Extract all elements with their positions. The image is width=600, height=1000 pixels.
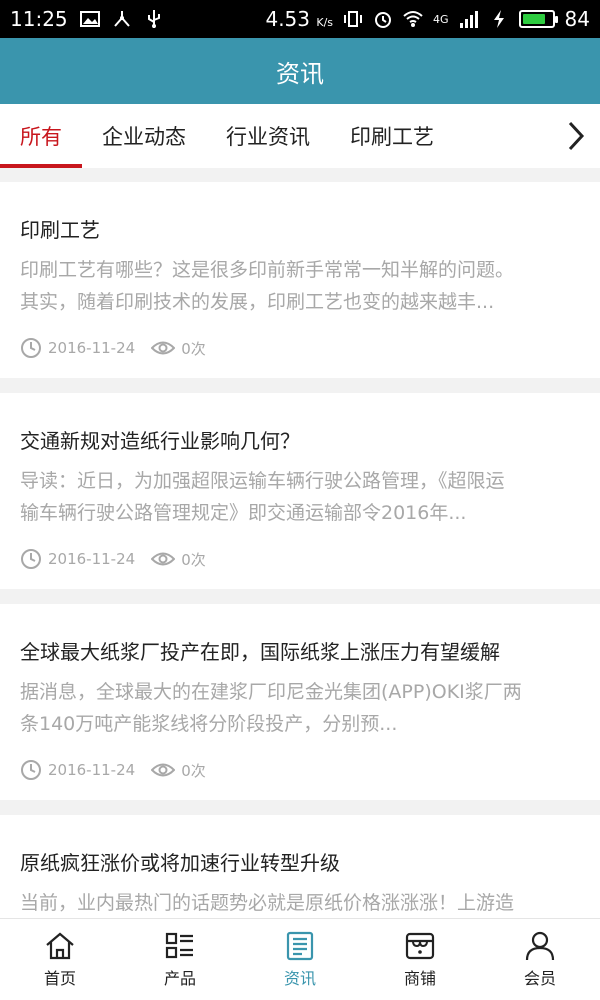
nav-shop[interactable]: 商铺 — [360, 919, 480, 1000]
article-item[interactable]: 交通新规对造纸行业影响几何？ 导读：近日，为加强超限运输车辆行驶公路管理，《超限… — [0, 393, 600, 589]
share-icon — [113, 11, 130, 27]
article-meta: 2016-11-24 0次 — [20, 740, 580, 800]
shop-icon — [405, 932, 435, 959]
tab-industry-news[interactable]: 行业资讯 — [206, 104, 330, 168]
nav-products[interactable]: 产品 — [120, 919, 240, 1000]
article-title: 交通新规对造纸行业影响几何？ — [20, 429, 300, 453]
nav-member[interactable]: 会员 — [480, 919, 600, 1000]
category-tabs: 所有 企业动态 行业资讯 印刷工艺 — [0, 104, 600, 168]
article-views: 0次 — [181, 339, 206, 358]
article-meta: 2016-11-24 0次 — [20, 318, 580, 378]
battery-icon — [518, 10, 558, 28]
clock-icon — [20, 759, 42, 781]
article-date: 2016-11-24 — [48, 761, 136, 779]
page-title: 资讯 — [276, 59, 324, 88]
article-title: 印刷工艺 — [20, 218, 100, 242]
article-summary: 导读：近日，为加强超限运输车辆行驶公路管理，《超限运 输车辆行驶公路管理规定》即… — [20, 470, 505, 524]
article-date: 2016-11-24 — [48, 339, 136, 357]
home-icon — [46, 932, 74, 959]
article-list: 印刷工艺 印刷工艺有哪些？这是很多印前新手常常一知半解的问题。 其实，随着印刷技… — [0, 182, 600, 934]
app-header: 资讯 — [0, 38, 600, 104]
article-summary: 据消息，全球最大的在建浆厂印尼金光集团(APP)OKI浆厂两 条140万吨产能浆… — [20, 681, 522, 735]
eye-icon — [151, 759, 176, 781]
alarm-icon — [375, 12, 392, 28]
news-icon — [286, 931, 314, 960]
nav-home[interactable]: 首页 — [0, 919, 120, 1000]
article-views: 0次 — [181, 761, 206, 780]
tab-all[interactable]: 所有 — [0, 104, 82, 168]
chevron-right-icon — [568, 121, 585, 151]
wifi-icon — [403, 11, 423, 27]
usb-icon — [147, 10, 160, 28]
list-icon — [165, 932, 193, 958]
article-summary: 印刷工艺有哪些？这是很多印前新手常常一知半解的问题。 其实，随着印刷技术的发展，… — [20, 259, 515, 313]
article-date: 2016-11-24 — [48, 550, 136, 568]
article-item[interactable]: 原纸疯狂涨价或将加速行业转型升级 当前，业内最热门的话题势必就是原纸价格涨涨涨！… — [0, 815, 600, 919]
article-item[interactable]: 印刷工艺 印刷工艺有哪些？这是很多印前新手常常一知半解的问题。 其实，随着印刷技… — [0, 182, 600, 378]
status-time: 11:25 — [10, 7, 68, 31]
eye-icon — [151, 548, 176, 570]
article-meta: 2016-11-24 0次 — [20, 529, 580, 589]
image-icon — [79, 11, 100, 27]
article-item[interactable]: 全球最大纸浆厂投产在即，国际纸浆上涨压力有望缓解 据消息，全球最大的在建浆厂印尼… — [0, 604, 600, 800]
article-summary: 当前，业内最热门的话题势必就是原纸价格涨涨涨！上游造 — [20, 892, 515, 914]
tab-printing-craft[interactable]: 印刷工艺 — [330, 104, 454, 168]
signal-icon — [459, 11, 478, 28]
network-type: 4G — [433, 12, 449, 26]
tab-company-news[interactable]: 企业动态 — [82, 104, 206, 168]
network-speed: 4.53 K/s — [265, 7, 334, 31]
clock-icon — [20, 548, 42, 570]
battery-percent: 84 — [564, 7, 590, 31]
status-bar: 11:25 4.53 K/s 4G 84 — [0, 0, 600, 38]
article-title: 原纸疯狂涨价或将加速行业转型升级 — [20, 851, 340, 875]
article-views: 0次 — [181, 550, 206, 569]
article-title: 全球最大纸浆厂投产在即，国际纸浆上涨压力有望缓解 — [20, 640, 500, 664]
nav-news[interactable]: 资讯 — [240, 919, 360, 1000]
user-icon — [525, 931, 555, 960]
eye-icon — [151, 337, 176, 359]
charging-icon — [493, 10, 504, 28]
bottom-nav: 首页 产品 资讯 商铺 会员 — [0, 918, 600, 1000]
vibrate-icon — [344, 11, 363, 27]
clock-icon — [20, 337, 42, 359]
tabs-more-button[interactable] — [552, 104, 600, 168]
